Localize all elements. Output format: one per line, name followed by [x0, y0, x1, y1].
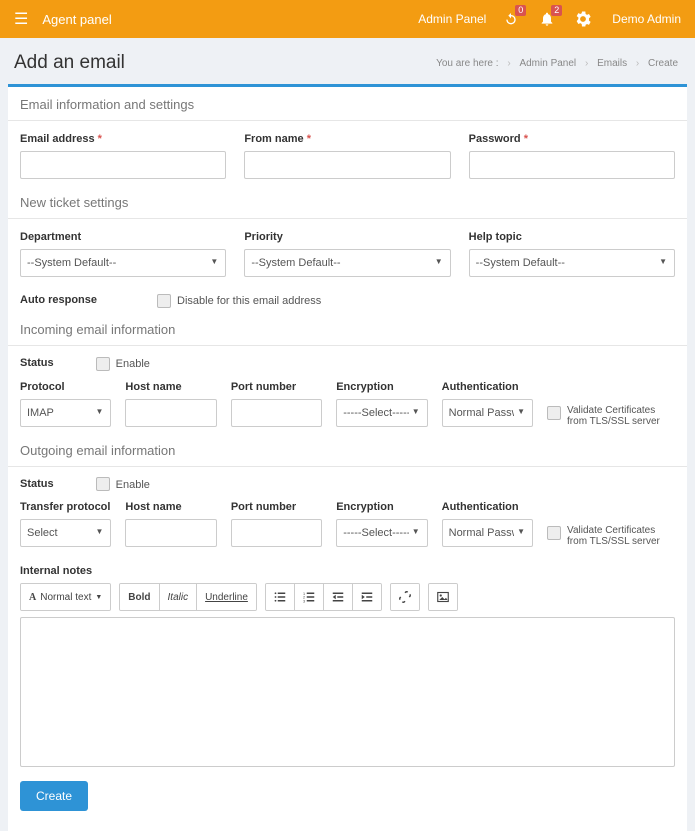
- incoming-port-label: Port number: [231, 381, 322, 393]
- outgoing-port-input[interactable]: [231, 519, 322, 547]
- incoming-encryption-select[interactable]: -----Select-----: [336, 399, 427, 427]
- refresh-badge: 0: [515, 5, 526, 16]
- auto-response-label: Auto response: [20, 294, 97, 306]
- section-incoming: Incoming email information: [8, 312, 687, 346]
- incoming-host-label: Host name: [125, 381, 216, 393]
- incoming-host-input[interactable]: [125, 399, 216, 427]
- gear-icon[interactable]: [572, 8, 594, 30]
- from-name-label: From name *: [244, 133, 450, 145]
- incoming-protocol-select[interactable]: IMAP: [20, 399, 111, 427]
- outgoing-encryption-select[interactable]: -----Select-----: [336, 519, 427, 547]
- outgoing-encryption-label: Encryption: [336, 501, 427, 513]
- incoming-validate-cert-checkbox[interactable]: Validate Certificates from TLS/SSL serve…: [547, 403, 675, 427]
- incoming-encryption-label: Encryption: [336, 381, 427, 393]
- incoming-auth-select[interactable]: Normal Password: [442, 399, 533, 427]
- page-title: Add an email: [14, 52, 125, 74]
- menu-icon[interactable]: ☰: [14, 9, 28, 29]
- page-header: Add an email You are here : › Admin Pane…: [0, 38, 695, 84]
- outgoing-transfer-protocol-select[interactable]: Select: [20, 519, 111, 547]
- breadcrumb: You are here : › Admin Panel › Emails › …: [433, 58, 681, 69]
- incoming-port-input[interactable]: [231, 399, 322, 427]
- outgoing-auth-select[interactable]: Normal Password: [442, 519, 533, 547]
- disable-auto-response-checkbox[interactable]: Disable for this email address: [157, 293, 321, 308]
- svg-text:3: 3: [303, 600, 305, 604]
- outgoing-auth-label: Authentication: [442, 501, 533, 513]
- indent-icon[interactable]: [353, 584, 381, 610]
- breadcrumb-admin[interactable]: Admin Panel: [519, 58, 576, 69]
- user-label[interactable]: Demo Admin: [612, 12, 681, 26]
- department-label: Department: [20, 231, 226, 243]
- editor-toolbar: A Normal text ▼ Bold Italic Underline 12…: [8, 577, 687, 611]
- refresh-icon[interactable]: 0: [500, 8, 522, 30]
- admin-panel-link[interactable]: Admin Panel: [418, 12, 486, 26]
- underline-button[interactable]: Underline: [197, 584, 256, 610]
- breadcrumb-create: Create: [648, 58, 678, 69]
- outgoing-validate-cert-checkbox[interactable]: Validate Certificates from TLS/SSL serve…: [547, 523, 675, 547]
- outgoing-host-input[interactable]: [125, 519, 216, 547]
- main-panel: Email information and settings Email add…: [8, 84, 687, 831]
- outgoing-host-label: Host name: [125, 501, 216, 513]
- outgoing-port-label: Port number: [231, 501, 322, 513]
- email-address-label: Email address *: [20, 133, 226, 145]
- section-outgoing: Outgoing email information: [8, 433, 687, 467]
- bold-button[interactable]: Bold: [120, 584, 159, 610]
- priority-label: Priority: [244, 231, 450, 243]
- bell-icon[interactable]: 2: [536, 8, 558, 30]
- help-topic-select[interactable]: --System Default--: [469, 249, 675, 277]
- incoming-enable-checkbox[interactable]: Enable: [96, 356, 150, 371]
- section-email-info: Email information and settings: [8, 87, 687, 121]
- password-input[interactable]: [469, 151, 675, 179]
- password-label: Password *: [469, 133, 675, 145]
- section-new-ticket: New ticket settings: [8, 185, 687, 219]
- department-select[interactable]: --System Default--: [20, 249, 226, 277]
- panel-title: Agent panel: [42, 12, 111, 27]
- outgoing-status-label: Status: [20, 478, 54, 490]
- outgoing-enable-checkbox[interactable]: Enable: [96, 477, 150, 492]
- email-address-input[interactable]: [20, 151, 226, 179]
- topbar: ☰ Agent panel Admin Panel 0 2 Demo Admin: [0, 0, 695, 38]
- breadcrumb-here: You are here :: [436, 58, 498, 69]
- from-name-input[interactable]: [244, 151, 450, 179]
- outgoing-transfer-protocol-label: Transfer protocol: [20, 501, 111, 513]
- ordered-list-icon[interactable]: 123: [295, 584, 324, 610]
- image-icon[interactable]: [429, 584, 457, 610]
- italic-button[interactable]: Italic: [160, 584, 198, 610]
- help-topic-label: Help topic: [469, 231, 675, 243]
- font-style-dropdown[interactable]: A Normal text ▼: [21, 584, 110, 610]
- breadcrumb-emails[interactable]: Emails: [597, 58, 627, 69]
- incoming-status-label: Status: [20, 357, 54, 369]
- outdent-icon[interactable]: [324, 584, 353, 610]
- incoming-protocol-label: Protocol: [20, 381, 111, 393]
- link-icon[interactable]: [391, 584, 419, 610]
- bell-badge: 2: [551, 5, 562, 16]
- internal-notes-label: Internal notes: [8, 553, 687, 577]
- priority-select[interactable]: --System Default--: [244, 249, 450, 277]
- internal-notes-editor[interactable]: [20, 617, 675, 767]
- unordered-list-icon[interactable]: [266, 584, 295, 610]
- incoming-auth-label: Authentication: [442, 381, 533, 393]
- create-button[interactable]: Create: [20, 781, 88, 811]
